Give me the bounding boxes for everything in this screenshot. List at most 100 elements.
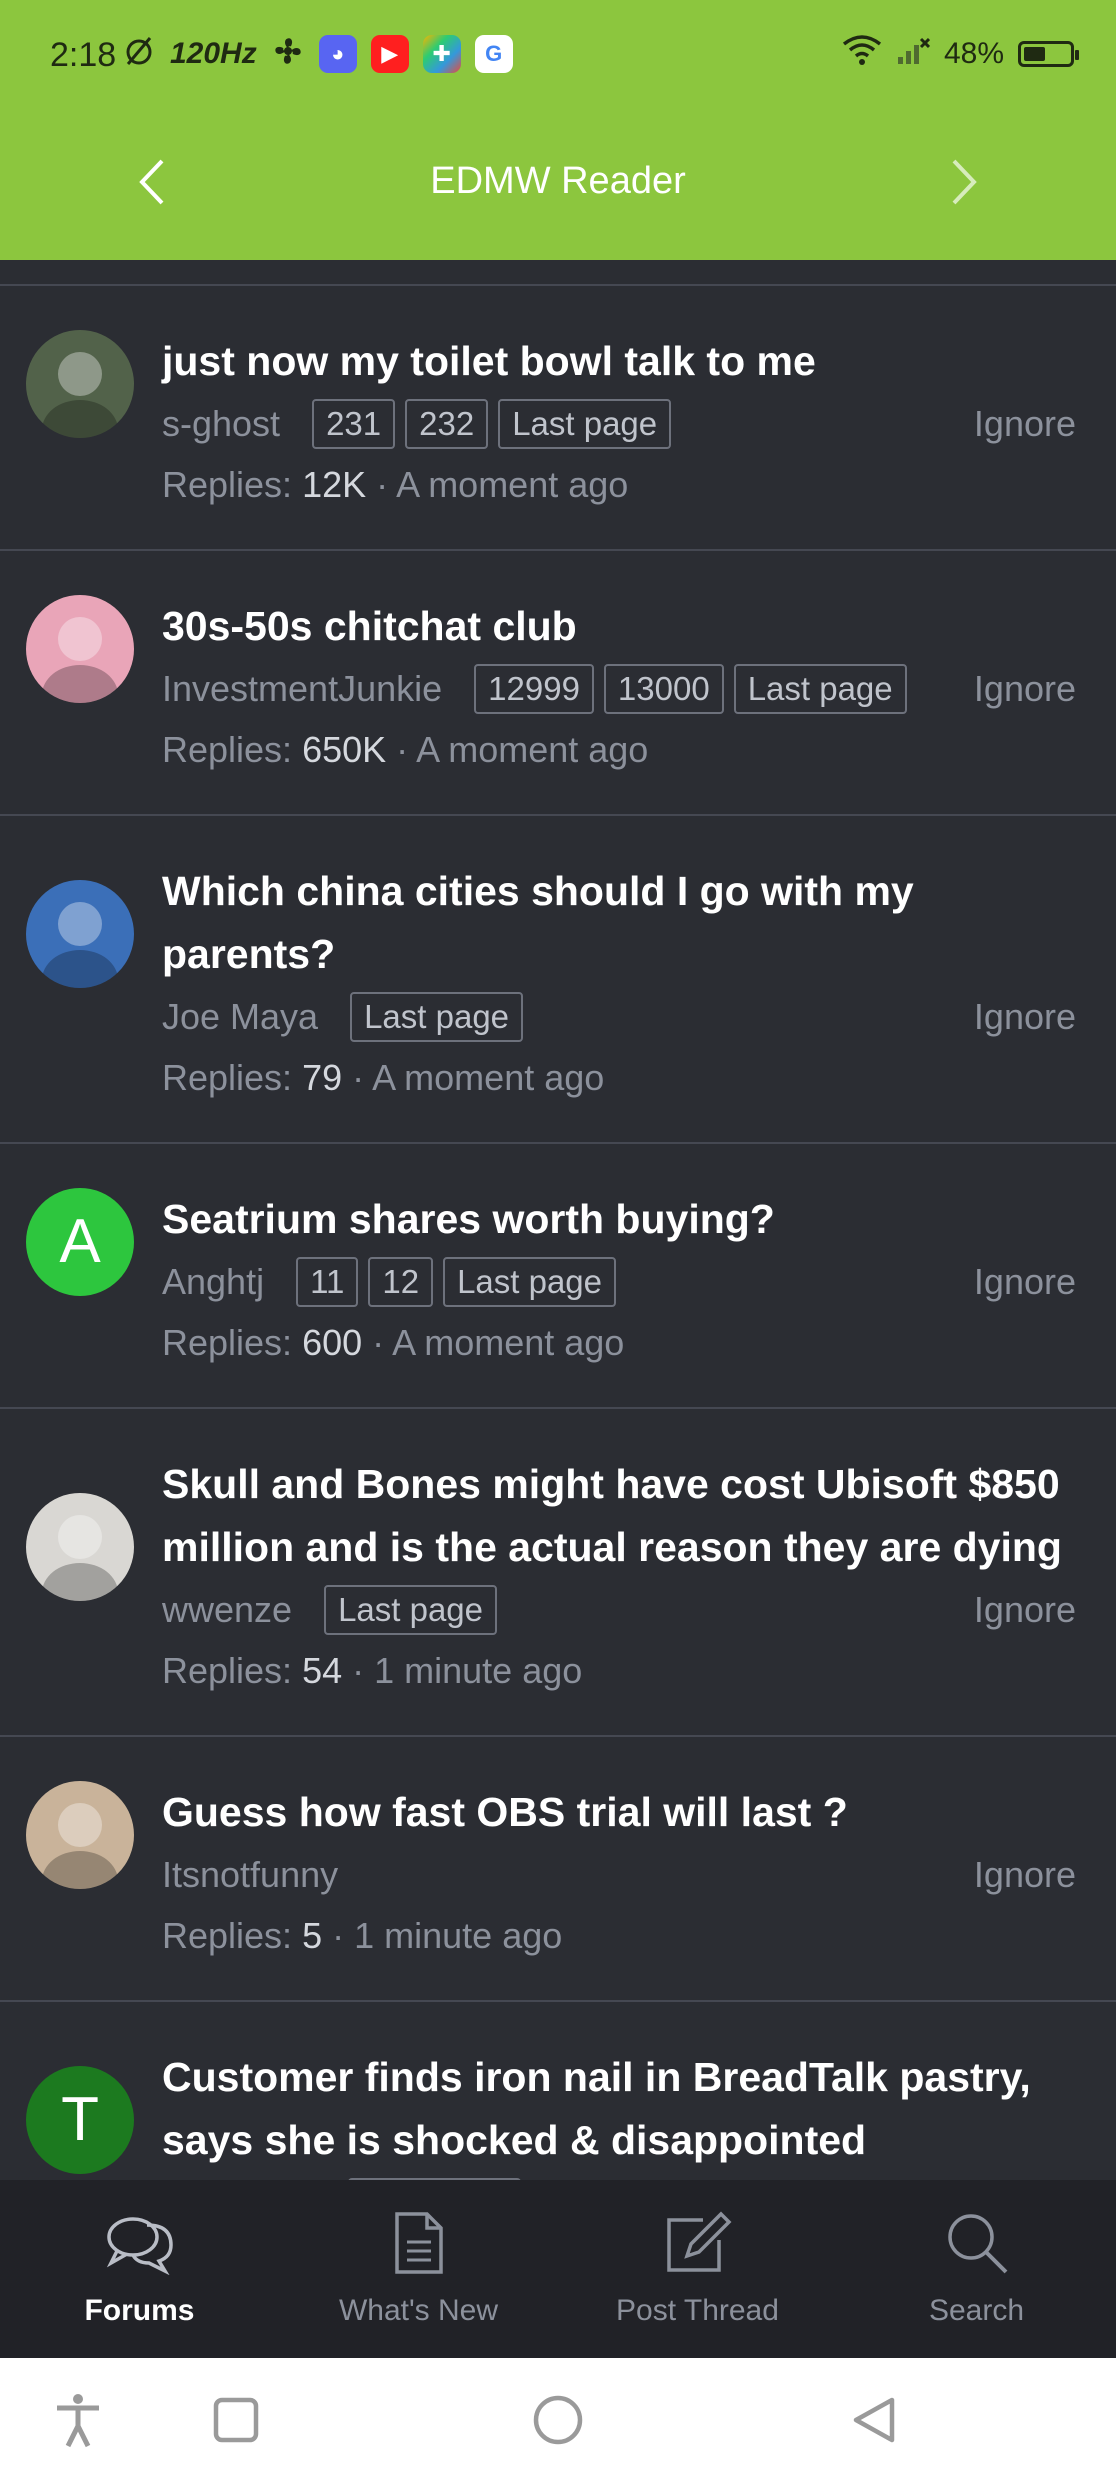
page-button[interactable]: 232 (405, 399, 489, 449)
refresh-rate-label: 120Hz (170, 36, 257, 70)
avatar[interactable]: A (26, 1188, 134, 1296)
tab-label: What's New (338, 2294, 499, 2327)
tab-post-thread[interactable]: Post Thread (558, 2180, 837, 2358)
thread-stats: Replies: 650K · A moment ago (162, 724, 1076, 776)
ignore-button[interactable]: Ignore (974, 1589, 1076, 1631)
ignore-button[interactable]: Ignore (974, 1261, 1076, 1303)
thread-title[interactable]: Skull and Bones might have cost Ubisoft … (162, 1453, 1076, 1579)
avatar[interactable] (26, 880, 134, 988)
thread-time: · A moment ago (396, 729, 649, 770)
thread-author[interactable]: Joe Maya (162, 996, 318, 1038)
back-nav-button[interactable] (842, 2388, 906, 2452)
thread-meta: Itsnotfunny Ignore (162, 1846, 1076, 1904)
avatar[interactable] (26, 1781, 134, 1889)
ignore-button[interactable]: Ignore (974, 403, 1076, 445)
thread-content: just now my toilet bowl talk to me s-ghos… (162, 330, 1076, 511)
replies-count: 79 (302, 1057, 343, 1098)
avatar[interactable]: T (26, 2066, 134, 2174)
search-icon (947, 2214, 1007, 2274)
thread-author[interactable]: s-ghost (162, 403, 280, 445)
last-page-button[interactable]: Last page (498, 399, 672, 449)
google-icon: G (474, 34, 513, 73)
thread-title[interactable]: Seatrium shares worth buying? (162, 1188, 1076, 1251)
battery-icon (1018, 41, 1079, 67)
page-button[interactable]: 13000 (603, 664, 724, 714)
avatar-picture (42, 1803, 118, 1889)
thread-content: Customer finds iron nail in BreadTalk pa… (162, 2046, 1076, 2180)
avatar[interactable] (26, 330, 134, 438)
ignore-button[interactable]: Ignore (974, 1854, 1076, 1896)
forward-button[interactable] (934, 152, 994, 212)
thread-row[interactable]: 30s-50s chitchat club InvestmentJunkie 129… (0, 551, 1116, 816)
bottom-tab-bar: Forums What's New Post Thread Search (0, 2180, 1116, 2358)
edit-icon (666, 2211, 731, 2272)
thread-time: · 1 minute ago (332, 1915, 563, 1956)
thread-author[interactable]: InvestmentJunkie (162, 668, 442, 710)
thread-title[interactable]: Guess how fast OBS trial will last ? (162, 1781, 1076, 1844)
status-notification-icons: 120Hz ◕ ▶ ✚ G (122, 34, 513, 73)
thread-row[interactable]: Which china cities should I go with my p… (0, 816, 1116, 1144)
thread-title[interactable]: Which china cities should I go with my p… (162, 860, 1076, 986)
last-page-button[interactable]: Last page (733, 664, 907, 714)
tab-search[interactable]: Search (837, 2180, 1116, 2358)
circle-icon (533, 2395, 583, 2445)
battery-percent: 48% (943, 37, 1004, 70)
ignore-button[interactable]: Ignore (974, 996, 1076, 1038)
avatar-picture (42, 617, 118, 703)
recents-button[interactable] (204, 2388, 268, 2452)
thread-author[interactable]: Anghtj (162, 1261, 264, 1303)
avatar-letter: A (59, 1207, 101, 1276)
thread-author[interactable]: Itsnotfunny (162, 1854, 338, 1896)
list-divider (0, 260, 1116, 286)
replies-label: Replies: (162, 1322, 293, 1363)
thread-row[interactable]: A Seatrium shares worth buying? Anghtj 11 12… (0, 1144, 1116, 1409)
thread-row[interactable]: just now my toilet bowl talk to me s-ghos… (0, 286, 1116, 551)
thread-title[interactable]: Customer finds iron nail in BreadTalk pa… (162, 2046, 1076, 2172)
thread-stats: Replies: 54 · 1 minute ago (162, 1645, 1076, 1697)
thread-title[interactable]: just now my toilet bowl talk to me (162, 330, 1076, 393)
thread-time: · 1 minute ago (352, 1650, 583, 1691)
alarm-off-icon (122, 34, 156, 73)
thread-content: Skull and Bones might have cost Ubisoft … (162, 1453, 1076, 1697)
chevron-right-icon (952, 159, 977, 205)
page-button[interactable]: 12999 (474, 664, 594, 714)
replies-label: Replies: (162, 729, 293, 770)
tab-forums[interactable]: Forums (0, 2180, 279, 2358)
replies-label: Replies: (162, 464, 293, 505)
avatar-picture (42, 352, 118, 438)
thread-time: · A moment ago (352, 1057, 605, 1098)
triangle-back-icon (853, 2397, 895, 2443)
thread-title[interactable]: 30s-50s chitchat club (162, 595, 1076, 658)
thread-row[interactable]: Guess how fast OBS trial will last ? Itsn… (0, 1737, 1116, 2002)
replies-label: Replies: (162, 1057, 293, 1098)
replies-count: 12K (302, 464, 367, 505)
home-button[interactable] (526, 2388, 590, 2452)
accessibility-button[interactable] (46, 2388, 110, 2452)
thread-list: just now my toilet bowl talk to me s-ghos… (0, 260, 1116, 2180)
thread-author[interactable]: wwenze (162, 1589, 292, 1631)
tab-label: Post Thread (616, 2294, 779, 2327)
signal-icon (896, 35, 931, 73)
page-button[interactable]: 231 (312, 399, 396, 449)
thread-row[interactable]: Skull and Bones might have cost Ubisoft … (0, 1409, 1116, 1737)
ignore-button[interactable]: Ignore (974, 668, 1076, 710)
page-button[interactable]: 12 (368, 1257, 434, 1307)
last-page-button[interactable]: Last page (443, 1257, 617, 1307)
status-bar: 2:18 120Hz ◕ ▶ ✚ G 48% (0, 0, 1116, 110)
thread-content: Seatrium shares worth buying? Anghtj 11 12 L… (162, 1188, 1076, 1369)
accessibility-icon (57, 2394, 99, 2448)
page-button[interactable]: 11 (296, 1257, 359, 1307)
replies-label: Replies: (162, 1915, 293, 1956)
thread-stats: Replies: 12K · A moment ago (162, 459, 1076, 511)
last-page-button[interactable]: Last page (350, 992, 524, 1042)
tab-whats-new[interactable]: What's New (279, 2180, 558, 2358)
youtube-icon: ▶ (370, 34, 409, 73)
avatar[interactable] (26, 1493, 134, 1601)
thread-meta: InvestmentJunkie 12999 13000 Last page Ignor… (162, 660, 1076, 718)
last-page-button[interactable]: Last page (324, 1585, 498, 1635)
thread-row[interactable]: T Customer finds iron nail in BreadTalk p… (0, 2002, 1116, 2180)
replies-label: Replies: (162, 1650, 293, 1691)
tab-label: Search (928, 2294, 1025, 2327)
tab-label: Forums (84, 2294, 195, 2327)
avatar[interactable] (26, 595, 134, 703)
